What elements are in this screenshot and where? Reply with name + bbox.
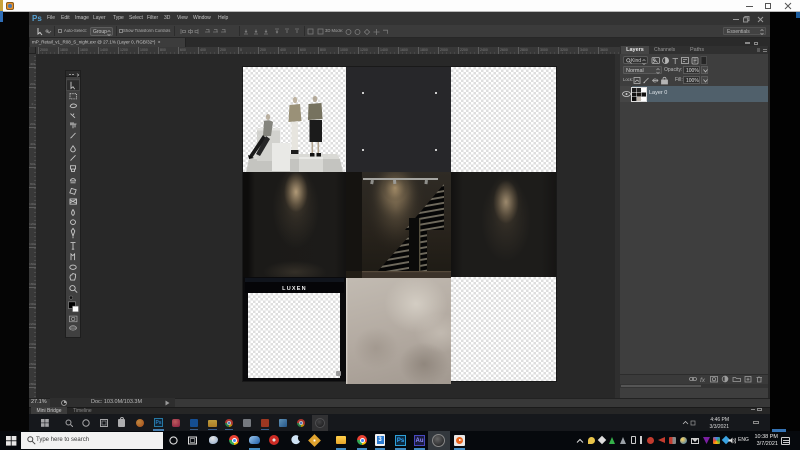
svg-text:1000: 1000 [140, 48, 148, 52]
svg-text:1200: 1200 [29, 222, 36, 226]
svg-text:1800: 1800 [29, 282, 36, 286]
svg-text:400: 400 [280, 48, 286, 52]
svg-text:1200: 1200 [360, 48, 368, 52]
svg-text:1800: 1800 [420, 48, 428, 52]
svg-text:2400: 2400 [29, 342, 36, 346]
svg-text:200: 200 [30, 122, 35, 126]
svg-text:600: 600 [300, 48, 306, 52]
svg-text:800: 800 [320, 48, 326, 52]
svg-text:2800: 2800 [520, 48, 528, 52]
svg-text:0: 0 [240, 48, 242, 52]
svg-text:3400: 3400 [580, 48, 588, 52]
svg-text:2000: 2000 [40, 48, 48, 52]
svg-text:3200: 3200 [560, 48, 568, 52]
svg-text:3600: 3600 [600, 48, 608, 52]
svg-text:1600: 1600 [400, 48, 408, 52]
svg-text:600: 600 [180, 48, 186, 52]
svg-text:200: 200 [260, 48, 266, 52]
svg-text:2200: 2200 [29, 322, 36, 326]
svg-text:800: 800 [30, 182, 35, 186]
svg-text:1000: 1000 [29, 202, 36, 206]
svg-text:800: 800 [160, 48, 166, 52]
svg-text:1200: 1200 [120, 48, 128, 52]
svg-text:1800: 1800 [60, 48, 68, 52]
svg-text:2600: 2600 [29, 362, 36, 366]
svg-text:2800: 2800 [29, 382, 36, 386]
svg-text:1600: 1600 [29, 262, 36, 266]
svg-text:1000: 1000 [340, 48, 348, 52]
svg-text:2000: 2000 [440, 48, 448, 52]
svg-text:2400: 2400 [480, 48, 488, 52]
svg-text:fx: fx [700, 377, 706, 383]
svg-text:3000: 3000 [540, 48, 548, 52]
svg-text:400: 400 [30, 142, 35, 146]
svg-text:LUXEN: LUXEN [282, 286, 307, 292]
svg-text:400: 400 [30, 62, 35, 66]
svg-text:1400: 1400 [100, 48, 108, 52]
svg-text:400: 400 [200, 48, 206, 52]
svg-text:2600: 2600 [500, 48, 508, 52]
svg-text:200: 200 [220, 48, 226, 52]
svg-text:200: 200 [30, 82, 35, 86]
svg-text:1600: 1600 [80, 48, 88, 52]
svg-text:600: 600 [30, 162, 35, 166]
svg-text:1400: 1400 [380, 48, 388, 52]
svg-text:2000: 2000 [29, 302, 36, 306]
svg-text:2200: 2200 [460, 48, 468, 52]
svg-text:1400: 1400 [29, 242, 36, 246]
